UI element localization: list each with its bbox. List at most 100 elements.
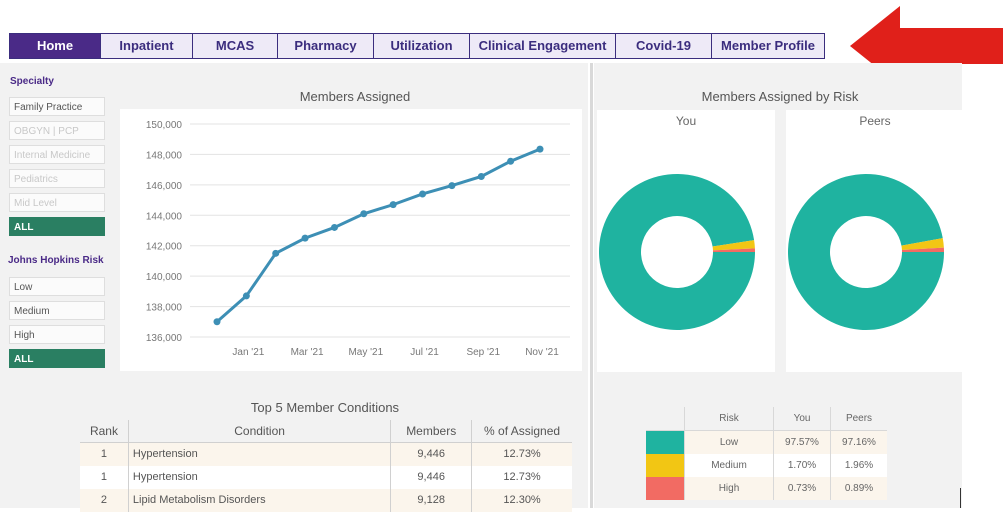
table-row[interactable]: 1 Hypertension 9,446 12.73% <box>80 442 572 466</box>
filter-obgyn-pcp[interactable]: OBGYN | PCP <box>9 121 105 140</box>
main-tab-bar: Home Inpatient MCAS Pharmacy Utilization… <box>9 33 825 59</box>
data-point[interactable] <box>301 234 309 242</box>
tab-home[interactable]: Home <box>10 34 101 58</box>
y-tick-label: 138,000 <box>146 303 183 314</box>
y-tick-label: 136,000 <box>146 333 183 344</box>
cell-condition: Hypertension <box>128 442 392 466</box>
cell-condition: Lipid Metabolism Disorders <box>128 488 392 512</box>
cell-rank: 1 <box>80 465 129 489</box>
risk-swatch-header <box>646 407 685 431</box>
filter-specialty-all[interactable]: ALL <box>9 217 105 236</box>
donut-label-peers: Peers <box>859 114 891 128</box>
risk-you: 1.70% <box>773 454 831 477</box>
members-chart-title: Members Assigned <box>299 89 411 104</box>
filter-pediatrics[interactable]: Pediatrics <box>9 169 105 188</box>
data-point[interactable] <box>536 145 544 153</box>
cell-members: 9,128 <box>390 488 473 512</box>
filter-internal-medicine[interactable]: Internal Medicine <box>9 145 105 164</box>
col-members: Members <box>390 420 473 442</box>
table-row[interactable]: 2 Lipid Metabolism Disorders 9,128 12.30… <box>80 488 572 512</box>
swatch-low <box>646 431 684 454</box>
risk-name: Medium <box>684 454 774 477</box>
members-chart-card: 150,000 148,000 146,000 144,000 142,000 140,0… <box>120 109 582 371</box>
y-tick-label: 148,000 <box>146 150 183 161</box>
members-series-line <box>216 147 541 323</box>
panel-divider <box>590 63 593 508</box>
filter-risk-low[interactable]: Low <box>9 277 105 296</box>
filter-mid-level[interactable]: Mid Level <box>9 193 105 212</box>
risk-peers: 97.16% <box>842 437 876 448</box>
tab-utilization[interactable]: Utilization <box>374 34 470 58</box>
risk-chart-title: Members Assigned by Risk <box>701 89 859 104</box>
risk-peers: 1.96% <box>844 460 874 471</box>
risk-filter-title: Johns Hopkins Risk <box>8 255 104 266</box>
data-point[interactable] <box>360 210 368 218</box>
risk-you: 0.73% <box>773 477 831 500</box>
cell-pct: 12.73% <box>503 448 541 460</box>
donut-card-peers: Peers <box>786 110 964 372</box>
risk-col-risk: Risk <box>684 407 774 431</box>
risk-peers: 0.89% <box>844 483 874 494</box>
tab-mcas[interactable]: MCAS <box>193 34 278 58</box>
conditions-table: Rank Condition Members % of Assigned 1 H… <box>80 420 572 512</box>
data-point[interactable] <box>448 182 456 190</box>
data-point[interactable] <box>477 172 485 180</box>
data-point[interactable] <box>419 190 427 198</box>
x-tick-label: Jan '21 <box>232 347 264 358</box>
y-tick-label: 144,000 <box>146 211 183 222</box>
cell-rank: 1 <box>80 442 129 466</box>
y-tick-label: 146,000 <box>146 181 183 192</box>
risk-row-high: High 0.73% 0.89% <box>646 477 887 500</box>
members-line-chart: 150,000 148,000 146,000 144,000 142,000 140,0… <box>146 120 570 358</box>
donut-chart-you <box>599 173 755 330</box>
tab-clinical-engagement[interactable]: Clinical Engagement <box>470 34 616 58</box>
data-point[interactable] <box>507 157 515 165</box>
data-point[interactable] <box>242 292 250 300</box>
filter-risk-medium[interactable]: Medium <box>9 301 105 320</box>
tab-pharmacy[interactable]: Pharmacy <box>278 34 374 58</box>
x-tick-label: May '21 <box>348 347 383 358</box>
risk-name: High <box>684 477 774 500</box>
swatch-medium <box>646 454 684 477</box>
tab-inpatient[interactable]: Inpatient <box>101 34 193 58</box>
col-pct-assigned: % of Assigned <box>484 423 561 438</box>
tab-covid-19[interactable]: Covid-19 <box>616 34 712 58</box>
col-rank: Rank <box>80 420 129 442</box>
risk-col-peers: Peers <box>845 413 873 424</box>
filter-risk-all[interactable]: ALL <box>9 349 105 368</box>
data-point[interactable] <box>330 223 338 231</box>
data-point[interactable] <box>272 249 280 257</box>
risk-you: 97.57% <box>773 430 831 454</box>
risk-legend-table: Risk You Peers Low 97.57% 97.16% Medium … <box>646 407 887 500</box>
risk-name: Low <box>684 430 774 454</box>
data-point[interactable] <box>389 201 397 209</box>
text-cursor <box>960 488 961 508</box>
x-tick-label: Nov '21 <box>525 347 559 358</box>
x-tick-label: Sep '21 <box>466 347 500 358</box>
risk-row-low: Low 97.57% 97.16% <box>646 430 887 454</box>
specialty-filter-title: Specialty <box>10 76 54 87</box>
risk-col-you: You <box>773 407 831 431</box>
cell-rank: 2 <box>80 488 129 512</box>
conditions-title: Top 5 Member Conditions <box>250 400 400 415</box>
cell-members: 9,446 <box>390 442 473 466</box>
cell-pct: 12.73% <box>503 471 541 483</box>
x-tick-label: Mar '21 <box>291 347 324 358</box>
swatch-high <box>646 477 684 500</box>
data-point[interactable] <box>213 318 221 326</box>
filter-family-practice[interactable]: Family Practice <box>9 97 105 116</box>
y-tick-label: 142,000 <box>146 242 183 253</box>
filter-risk-high[interactable]: High <box>9 325 105 344</box>
y-tick-label: 140,000 <box>146 272 183 283</box>
risk-row-medium: Medium 1.70% 1.96% <box>646 454 887 477</box>
x-tick-label: Jul '21 <box>410 347 439 358</box>
donut-chart-peers <box>788 173 944 330</box>
table-row[interactable]: 1 Hypertension 9,446 12.73% <box>80 465 572 489</box>
cell-pct: 12.30% <box>503 494 541 506</box>
y-tick-label: 150,000 <box>146 120 183 131</box>
tab-member-profile[interactable]: Member Profile <box>712 34 824 58</box>
donut-label-you: You <box>675 114 697 128</box>
col-condition: Condition <box>128 420 392 442</box>
donut-card-you: You <box>597 110 775 372</box>
cell-members: 9,446 <box>390 465 473 489</box>
